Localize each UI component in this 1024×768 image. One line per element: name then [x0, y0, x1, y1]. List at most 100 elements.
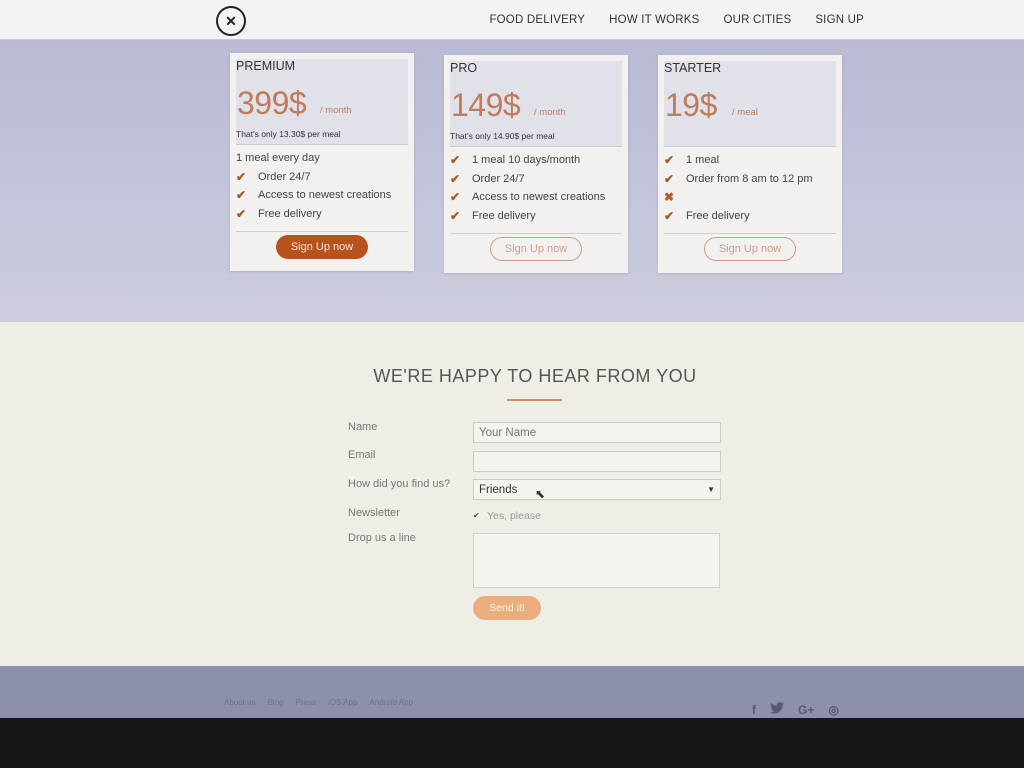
sign-up-pro-button[interactable]: Sign Up now — [490, 237, 582, 261]
sign-up-premium-button[interactable]: Sign Up now — [276, 235, 368, 259]
feature-item: ✔ Access to newest creations — [450, 188, 622, 207]
plan-divider — [664, 233, 836, 234]
footer-link-blog[interactable]: Blog — [268, 698, 284, 707]
email-input[interactable] — [473, 451, 721, 472]
footer-link-ios-app[interactable]: iOS App — [328, 698, 357, 707]
plan-note: That's only 13.30$ per meal — [236, 129, 341, 139]
feature-text: 1 meal every day — [236, 152, 320, 164]
feature-text: Free delivery — [258, 207, 322, 220]
footer-link-android-app[interactable]: Android App — [369, 698, 413, 707]
message-textarea[interactable] — [473, 533, 720, 588]
top-navigation: ✕ FOOD DELIVERY HOW IT WORKS OUR CITIES … — [0, 0, 1024, 40]
plan-card-pro: PRO 149$ / month That's only 14.90$ per … — [444, 55, 628, 273]
feature-item: ✔ Order from 8 am to 12 pm — [664, 170, 836, 189]
name-input[interactable] — [473, 422, 721, 443]
plan-header: PRO 149$ / month That's only 14.90$ per … — [450, 61, 622, 147]
nav-links: FOOD DELIVERY HOW IT WORKS OUR CITIES SI… — [489, 0, 864, 40]
feature-item: ✔ Free delivery — [450, 207, 622, 226]
check-icon: ✔ — [236, 206, 247, 221]
email-label: Email — [348, 449, 376, 461]
message-label: Drop us a line — [348, 532, 416, 544]
find-us-selected: Friends — [479, 483, 518, 496]
check-icon: ✔ — [664, 208, 675, 223]
check-icon: ✔ — [450, 190, 461, 204]
checkbox-checked-icon[interactable]: ✔ — [473, 512, 481, 520]
feature-list: ✔ 1 meal ✔ Order from 8 am to 12 pm ✖ ✔ Fre… — [658, 147, 842, 225]
feature-text: Access to newest creations — [258, 189, 392, 201]
find-us-label: How did you find us? — [348, 478, 451, 490]
nav-our-cities[interactable]: OUR CITIES — [724, 14, 792, 26]
nav-how-it-works[interactable]: HOW IT WORKS — [609, 14, 699, 26]
nav-food-delivery[interactable]: FOOD DELIVERY — [489, 14, 585, 26]
find-us-select[interactable]: Friends ▼ — [473, 479, 721, 500]
check-icon: ✔ — [450, 171, 461, 186]
plan-period: / month — [534, 107, 566, 118]
plan-header: PREMIUM 399$ / month That's only 13.30$ … — [236, 59, 408, 145]
plan-divider — [450, 233, 622, 234]
plan-card-premium: PREMIUM 399$ / month That's only 13.30$ … — [230, 53, 414, 271]
feature-item: ✔ Access to newest creations — [236, 186, 408, 205]
cross-icon: ✖ — [664, 190, 675, 204]
feature-item: ✔ Order 24/7 — [236, 168, 408, 187]
twitter-icon[interactable] — [770, 702, 784, 717]
newsletter-label: Newsletter — [348, 507, 400, 519]
plan-name: PRO — [450, 61, 478, 75]
plan-price: 399$ — [237, 85, 307, 121]
plan-card-starter: STARTER 19$ / meal ✔ 1 meal ✔ Order from 8… — [658, 55, 842, 273]
feature-text: Access to newest creations — [472, 191, 606, 203]
nav-sign-up[interactable]: SIGN UP — [815, 14, 864, 26]
feature-item: 1 meal every day — [236, 149, 408, 168]
footer-link-press[interactable]: Press — [296, 698, 316, 707]
feature-text: 1 meal 10 days/month — [472, 154, 581, 166]
name-label: Name — [348, 421, 378, 433]
plan-period: / month — [320, 105, 352, 116]
feature-item: ✖ — [664, 188, 836, 207]
check-icon: ✔ — [450, 153, 461, 167]
chevron-down-icon: ▼ — [707, 485, 715, 494]
title-underline — [507, 399, 562, 401]
footer-link-about[interactable]: About us — [224, 698, 256, 707]
plan-price: 19$ — [665, 87, 717, 123]
newsletter-option[interactable]: ✔ Yes, please — [473, 510, 541, 522]
feature-text: Order from 8 am to 12 pm — [686, 172, 813, 185]
feature-text: Free delivery — [686, 209, 750, 222]
monitor-bezel — [0, 718, 1024, 768]
instagram-icon[interactable]: ◎ — [828, 703, 838, 717]
feature-list: ✔ 1 meal 10 days/month ✔ Order 24/7 ✔ Acces… — [444, 147, 628, 225]
check-icon: ✔ — [664, 153, 675, 167]
plan-period: / meal — [732, 107, 758, 118]
check-icon: ✔ — [664, 171, 675, 186]
google-plus-icon[interactable]: G+ — [798, 703, 814, 717]
facebook-icon[interactable]: f — [752, 703, 756, 717]
check-icon: ✔ — [236, 169, 247, 184]
feature-list: 1 meal every day ✔ Order 24/7 ✔ Access to … — [230, 145, 414, 223]
social-links: f G+ ◎ — [752, 702, 839, 717]
feature-item: ✔ Free delivery — [236, 205, 408, 224]
feature-text: Free delivery — [472, 209, 536, 222]
contact-section: WE'RE HAPPY TO HEAR FROM YOU Name Email … — [0, 322, 1024, 666]
plan-divider — [236, 231, 408, 232]
feature-text: Order 24/7 — [472, 172, 525, 185]
plan-header: STARTER 19$ / meal — [664, 61, 836, 147]
plan-price: 149$ — [451, 87, 521, 123]
pricing-section: PREMIUM 399$ / month That's only 13.30$ … — [0, 40, 1024, 322]
newsletter-text: Yes, please — [487, 510, 541, 522]
plan-name: PREMIUM — [236, 59, 296, 73]
footer: About us Blog Press iOS App Android App … — [0, 666, 1024, 718]
logo-icon[interactable]: ✕ — [216, 6, 246, 36]
feature-item: ✔ Order 24/7 — [450, 170, 622, 189]
contact-title: WE'RE HAPPY TO HEAR FROM YOU — [373, 366, 697, 386]
check-icon: ✔ — [450, 208, 461, 223]
sign-up-starter-button[interactable]: Sign Up now — [704, 237, 796, 261]
check-icon: ✔ — [236, 188, 247, 202]
footer-links: About us Blog Press iOS App Android App — [224, 698, 413, 707]
feature-item: ✔ 1 meal 10 days/month — [450, 151, 622, 170]
feature-text: Order 24/7 — [258, 170, 311, 183]
feature-item: ✔ 1 meal — [664, 151, 836, 170]
plan-note: That's only 14.90$ per meal — [450, 131, 555, 141]
feature-item: ✔ Free delivery — [664, 207, 836, 226]
feature-text: 1 meal — [686, 154, 720, 166]
send-button[interactable]: Send it! — [473, 596, 541, 620]
mouse-pointer-icon: ⬉ — [535, 487, 546, 501]
plan-name: STARTER — [664, 61, 722, 75]
